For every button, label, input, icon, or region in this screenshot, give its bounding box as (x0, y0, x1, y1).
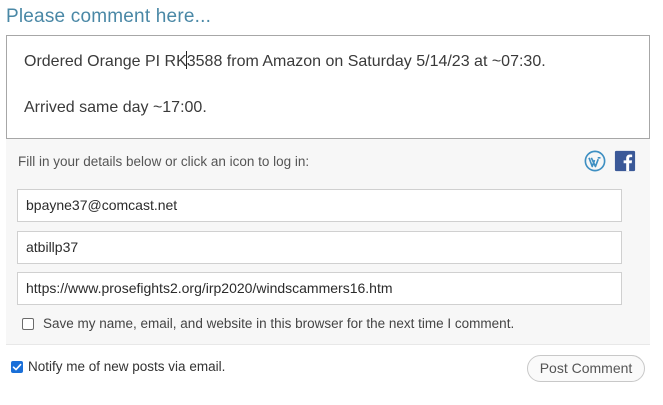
login-icons (584, 150, 636, 172)
comment-line-1: Ordered Orange PI RK3588 from Amazon on … (24, 51, 546, 70)
comment-line-2: Arrived same day ~17:00. (24, 99, 207, 116)
website-value: https://www.prosefights2.org/irp2020/win… (26, 280, 393, 296)
checkmark-icon (12, 363, 22, 370)
website-field[interactable]: https://www.prosefights2.org/irp2020/win… (17, 272, 622, 305)
notify-checkbox[interactable] (11, 360, 23, 373)
wordpress-icon[interactable] (584, 150, 606, 172)
save-details-checkbox[interactable] (22, 317, 34, 330)
facebook-icon[interactable] (614, 150, 636, 172)
login-prompt-text: Fill in your details below or click an i… (18, 154, 310, 169)
email-field[interactable]: bpayne37@comcast.net (17, 189, 622, 222)
comment-heading: Please comment here... (6, 6, 212, 27)
email-value: bpayne37@comcast.net (26, 197, 178, 213)
comment-identity-panel: Fill in your details below or click an i… (6, 139, 650, 345)
notify-row[interactable]: Notify me of new posts via email. (11, 359, 225, 374)
notify-label: Notify me of new posts via email. (28, 359, 226, 374)
save-details-row[interactable]: Save my name, email, and website in this… (22, 316, 514, 331)
post-comment-button[interactable]: Post Comment (527, 355, 645, 382)
comment-textarea[interactable]: Ordered Orange PI RK3588 from Amazon on … (6, 35, 650, 139)
name-field[interactable]: atbillp37 (17, 231, 622, 264)
save-details-label: Save my name, email, and website in this… (43, 316, 515, 331)
name-value: atbillp37 (26, 239, 79, 255)
